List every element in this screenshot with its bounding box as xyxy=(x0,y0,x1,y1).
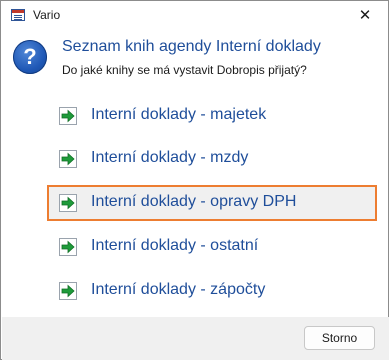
green-arrow-icon xyxy=(59,194,77,212)
close-button[interactable]: ✕ xyxy=(342,1,388,30)
question-icon: ? xyxy=(13,40,47,74)
window-title: Vario xyxy=(33,8,61,22)
green-arrow-icon xyxy=(59,282,77,300)
option-label: Interní doklady - zápočty xyxy=(91,281,266,298)
dialog-prompt: Do jaké knihy se má vystavit Dobropis př… xyxy=(62,63,307,77)
option-label: Interní doklady - opravy DPH xyxy=(91,193,297,210)
option-label: Interní doklady - ostatní xyxy=(91,237,259,254)
green-arrow-icon xyxy=(59,238,77,256)
dialog-footer: Storno xyxy=(2,317,389,360)
option-mzdy[interactable]: Interní doklady - mzdy xyxy=(47,141,377,177)
cancel-button[interactable]: Storno xyxy=(304,326,375,350)
option-label: Interní doklady - majetek xyxy=(91,106,267,123)
title-bar[interactable]: Vario ✕ xyxy=(1,1,388,30)
vario-app-icon xyxy=(11,9,25,21)
dialog-heading: Seznam knih agendy Interní doklady xyxy=(62,38,321,55)
green-arrow-icon xyxy=(59,107,77,125)
dialog-window: Vario ✕ ? Seznam knih agendy Interní dok… xyxy=(0,0,389,360)
green-arrow-icon xyxy=(59,150,77,168)
option-majetek[interactable]: Interní doklady - majetek xyxy=(47,98,377,134)
option-label: Interní doklady - mzdy xyxy=(91,149,249,166)
option-opravy-dph[interactable]: Interní doklady - opravy DPH xyxy=(47,185,377,221)
option-zapocty[interactable]: Interní doklady - zápočty xyxy=(47,273,377,309)
option-ostatni[interactable]: Interní doklady - ostatní xyxy=(47,229,377,265)
